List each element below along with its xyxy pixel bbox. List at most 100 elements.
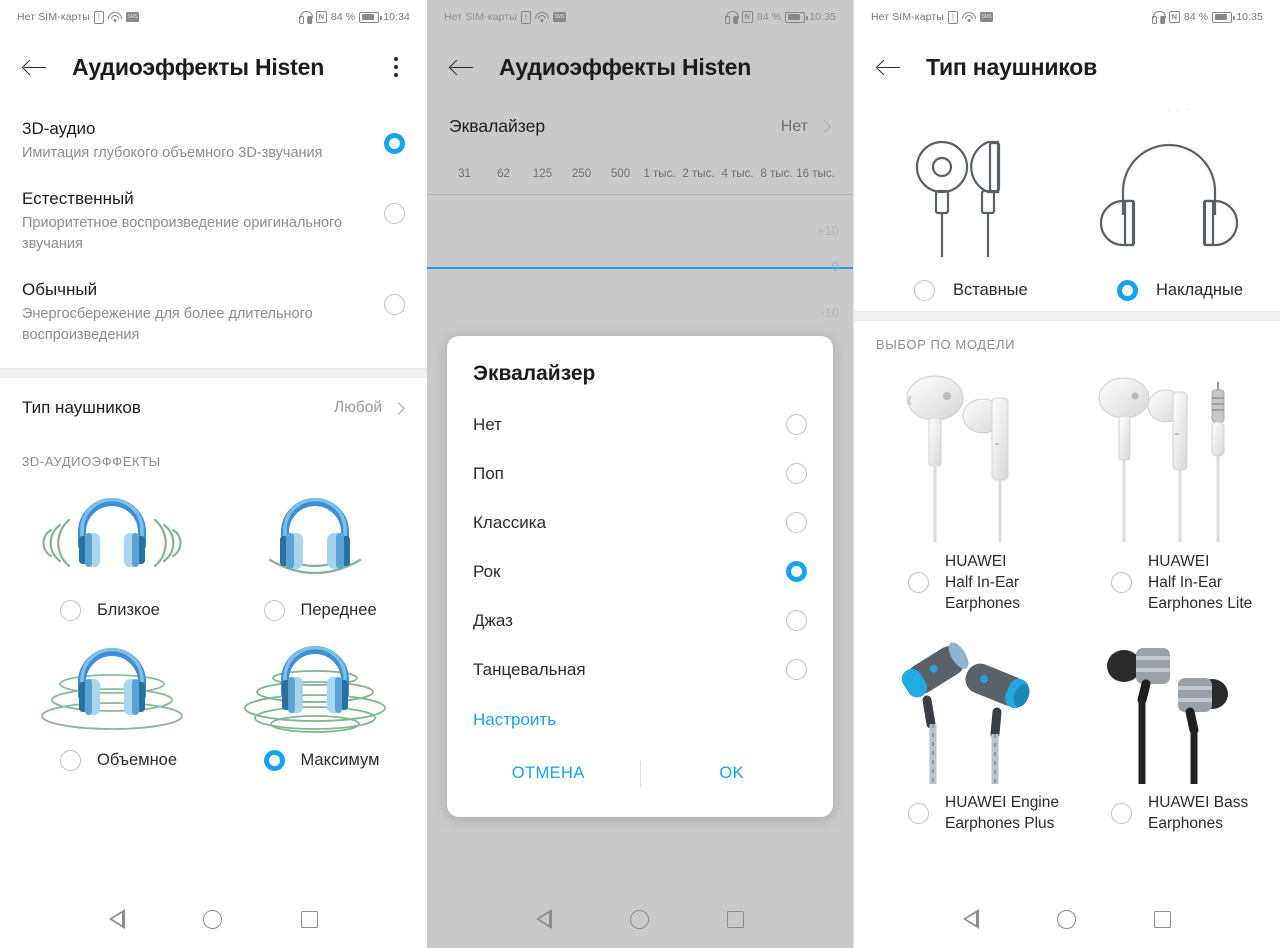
model-cell-half-inear-lite[interactable]: HUAWEI Half In-Ear Earphones Lite: [1067, 358, 1270, 622]
radio-dance[interactable]: [786, 659, 807, 680]
app-bar: Тип наушников: [854, 34, 1280, 100]
radio-engine-plus[interactable]: [908, 802, 929, 824]
radio-overear[interactable]: [1117, 280, 1138, 301]
headphones-front-icon: [218, 485, 414, 590]
dialog-option-classic[interactable]: Классика: [447, 498, 833, 547]
model-text: HUAWEI Half In-Ear Earphones: [945, 553, 1020, 612]
type-text: Вставные: [953, 281, 1028, 299]
model-label-bass: HUAWEI Bass Earphones: [1071, 792, 1266, 834]
dialog-actions: ОТМЕНА OK: [447, 750, 833, 811]
radio-near[interactable]: [60, 600, 81, 621]
nav-recents-icon[interactable]: [1154, 910, 1171, 928]
sound-mode-texts: Естественный Приоритетное воспроизведени…: [22, 187, 384, 255]
page-title: Аудиоэффекты Histen: [72, 53, 325, 80]
radio-inear[interactable]: [914, 280, 935, 301]
effect-cell-near[interactable]: Близкое: [10, 477, 214, 627]
radio-half-inear[interactable]: [908, 572, 929, 593]
nav-recents-icon[interactable]: [727, 910, 744, 928]
radio-jazz[interactable]: [786, 610, 807, 631]
nav-recents-icon[interactable]: [300, 910, 318, 928]
headphone-type-label-overear: Накладные: [1071, 280, 1266, 301]
radio-standard[interactable]: [384, 294, 405, 315]
radio-none[interactable]: [786, 414, 807, 435]
radio-natural[interactable]: [384, 203, 405, 224]
effect-text: Переднее: [300, 601, 377, 619]
option-label: Рок: [473, 561, 501, 581]
overflow-menu-icon[interactable]: [385, 54, 407, 80]
nav-back-icon[interactable]: [109, 909, 126, 929]
wifi-icon: [961, 11, 976, 23]
scrolled-content-edge: · · ·: [854, 100, 1280, 116]
dialog-title: Эквалайзер: [473, 362, 596, 385]
nav-back-icon[interactable]: [536, 909, 552, 929]
sound-mode-texts: 3D-аудио Имитация глубокого объемного 3D…: [22, 117, 384, 164]
nav-back-icon[interactable]: [963, 909, 979, 929]
effect-text: Объемное: [97, 751, 178, 769]
nav-home-icon[interactable]: [630, 909, 649, 929]
chevron-right-icon: [392, 401, 405, 415]
headphones-surround-icon: [14, 635, 210, 740]
sms-icon: SMS: [125, 12, 139, 22]
dialog-option-none[interactable]: Нет: [447, 400, 833, 449]
screen-histen-effects: Нет SIM-карты ! SMS N 84 % 10:34 Аудиоэф…: [0, 0, 427, 948]
bass-earphones-image: [1071, 628, 1266, 788]
back-button[interactable]: [20, 52, 50, 82]
page-title: Тип наушников: [926, 53, 1098, 80]
sim-status-text: Нет SIM-карты: [871, 11, 944, 23]
dialog-option-pop[interactable]: Поп: [447, 449, 833, 498]
radio-classic[interactable]: [786, 512, 807, 533]
headphone-type-row[interactable]: Тип наушников Любой: [0, 378, 427, 438]
clock-text: 10:34: [383, 11, 410, 23]
battery-icon: [1212, 11, 1235, 23]
effect-cell-surround[interactable]: Объемное: [10, 627, 214, 777]
radio-front[interactable]: [263, 600, 285, 621]
dialog-option-jazz[interactable]: Джаз: [447, 596, 833, 645]
battery-icon: [359, 11, 382, 23]
model-text: HUAWEI Bass Earphones: [1148, 794, 1249, 832]
dialog-option-dance[interactable]: Танцевальная: [447, 645, 833, 694]
model-label-engine-plus: HUAWEI Engine Earphones Plus: [868, 792, 1063, 834]
radio-max[interactable]: [263, 750, 285, 771]
radio-pop[interactable]: [786, 463, 807, 484]
sim-card-icon: !: [93, 10, 104, 24]
sound-mode-item-3d[interactable]: 3D-аудио Имитация глубокого объемного 3D…: [0, 106, 427, 176]
option-label: Поп: [473, 463, 504, 483]
radio-bass[interactable]: [1111, 802, 1132, 824]
option-label: Нет: [473, 414, 502, 434]
effect-label-near: Близкое: [14, 600, 210, 621]
sound-mode-title: Обычный: [22, 280, 98, 299]
headset-icon: [298, 11, 313, 24]
cancel-button[interactable]: ОТМЕНА: [457, 750, 640, 797]
radio-half-inear-lite[interactable]: [1111, 572, 1132, 593]
sound-mode-title: 3D-аудио: [22, 119, 96, 138]
customize-link[interactable]: Настроить: [447, 694, 833, 740]
model-cell-bass[interactable]: HUAWEI Bass Earphones: [1067, 624, 1270, 842]
option-label: Танцевальная: [473, 659, 586, 679]
model-grid: HUAWEI Half In-Ear Earphones HUAWEI Half…: [854, 356, 1280, 622]
dialog-option-rock[interactable]: Рок: [447, 547, 833, 596]
sound-mode-item-natural[interactable]: Естественный Приоритетное воспроизведени…: [0, 176, 427, 267]
model-cell-engine-plus[interactable]: HUAWEI Engine Earphones Plus: [864, 624, 1067, 842]
sim-card-icon: !: [947, 10, 958, 24]
headphone-type-cell-overear[interactable]: Накладные: [1067, 118, 1270, 311]
nav-home-icon[interactable]: [203, 909, 223, 929]
effect-label-surround: Объемное: [14, 750, 210, 771]
clock-text: 10:35: [1236, 11, 1263, 23]
effect-cell-front[interactable]: Переднее: [214, 477, 418, 627]
radio-3d-audio[interactable]: [384, 133, 405, 154]
effect-cell-max[interactable]: Максимум: [214, 627, 418, 777]
radio-surround[interactable]: [60, 750, 81, 771]
headphone-type-cell-inear[interactable]: Вставные: [864, 118, 1067, 311]
sound-mode-texts: Обычный Энергосбережение для более длите…: [22, 278, 384, 346]
model-cell-half-inear[interactable]: HUAWEI Half In-Ear Earphones: [864, 358, 1067, 622]
back-button[interactable]: [874, 52, 904, 82]
radio-rock[interactable]: [786, 561, 807, 582]
sound-mode-desc: Имитация глубокого объемного 3D-звучания: [22, 145, 323, 161]
nav-home-icon[interactable]: [1057, 909, 1076, 929]
ok-button[interactable]: OK: [641, 750, 824, 797]
status-bar-left: Нет SIM-карты ! SMS: [17, 10, 139, 24]
app-bar: Аудиоэффекты Histen: [0, 34, 427, 100]
sound-mode-item-standard[interactable]: Обычный Энергосбережение для более длите…: [0, 267, 427, 358]
headphone-type-grid: Вставные Накладные: [854, 112, 1280, 311]
over-ear-headphones-icon: [1071, 124, 1266, 274]
